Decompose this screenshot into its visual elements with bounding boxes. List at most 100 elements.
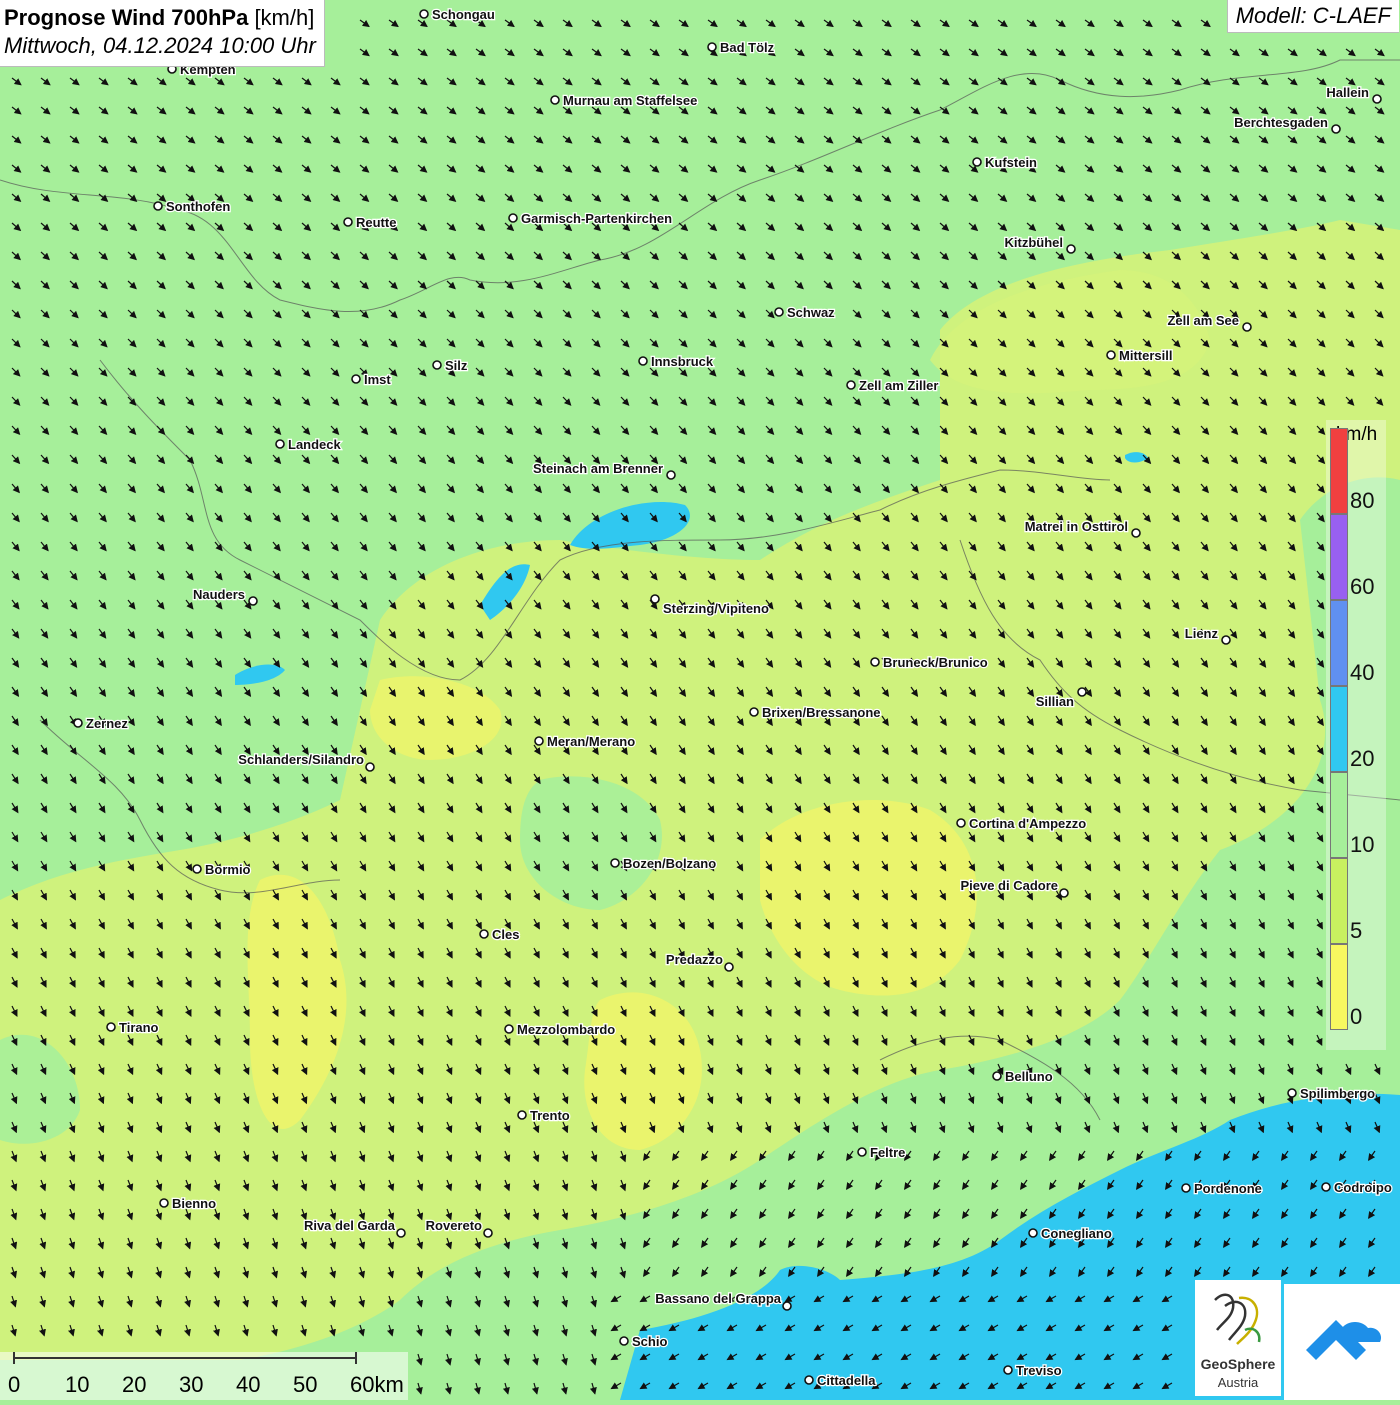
city-label: Schio <box>632 1334 667 1349</box>
city-dot <box>479 929 489 939</box>
city-label: Kitzbühel <box>1005 235 1064 250</box>
city-dot <box>248 596 258 606</box>
city-dot <box>106 1022 116 1032</box>
city-dot <box>343 217 353 227</box>
city-marker: Schongau <box>419 6 496 23</box>
city-label: Landeck <box>288 437 342 452</box>
legend-segment <box>1330 686 1348 772</box>
city-label: Schwaz <box>787 305 835 320</box>
city-label: Spilimbergo <box>1300 1086 1375 1101</box>
city-label: Kufstein <box>985 155 1037 170</box>
city-dot <box>73 718 83 728</box>
forecast-map: SchongauBad TölzKemptenMurnau am Staffel… <box>0 0 1400 1400</box>
legend-label: 5 <box>1350 918 1363 943</box>
city-label: Bad Tölz <box>720 40 775 55</box>
city-label: Zell am See <box>1167 313 1239 328</box>
city-dot <box>365 762 375 772</box>
legend-segment <box>1330 858 1348 944</box>
city-label: Zell am Ziller <box>859 378 938 393</box>
city-label: Innsbruck <box>651 354 714 369</box>
city-dot <box>956 818 966 828</box>
city-label: Schlanders/Silandro <box>238 752 364 767</box>
city-label: Berchtesgaden <box>1234 115 1328 130</box>
city-dot <box>1003 1365 1013 1375</box>
city-dot <box>1106 350 1116 360</box>
color-legend: km/h 0 5 10 20 40 60 80 <box>1326 420 1386 1050</box>
city-label: Rovereto <box>426 1218 482 1233</box>
city-label: Cortina d'Ampezzo <box>969 816 1086 831</box>
title-unit: [km/h] <box>254 5 315 30</box>
city-label: Belluno <box>1005 1069 1053 1084</box>
city-label: Bruneck/Brunico <box>883 655 988 670</box>
city-label: Lienz <box>1185 626 1219 641</box>
city-marker: Bozen/Bolzano <box>610 855 717 872</box>
city-label: Pieve di Cadore <box>960 878 1058 893</box>
city-dot <box>1066 244 1076 254</box>
scale-bar: 0 10 20 30 40 50 60km <box>0 1352 408 1400</box>
city-dot <box>1372 94 1382 104</box>
legend-label: 60 <box>1350 574 1375 599</box>
city-dot <box>534 736 544 746</box>
city-label: Matrei in Osttirol <box>1025 519 1128 534</box>
city-label: Hallein <box>1326 85 1369 100</box>
city-label: Cles <box>492 927 519 942</box>
city-dot <box>1287 1088 1297 1098</box>
city-marker: Pordenone <box>1181 1180 1263 1197</box>
city-dot <box>351 374 361 384</box>
title-main: Prognose Wind 700hPa <box>4 5 249 30</box>
city-label: Reutte <box>356 215 396 230</box>
scale-label: 40 <box>236 1372 261 1397</box>
legend-label: 10 <box>1350 832 1375 857</box>
city-label: Conegliano <box>1041 1226 1112 1241</box>
city-label: Bormio <box>205 862 251 877</box>
city-label: Silz <box>445 358 468 373</box>
model-label: Modell: C-LAEF <box>1226 0 1399 33</box>
city-label: Feltre <box>870 1145 905 1160</box>
city-dot <box>159 1198 169 1208</box>
legend-segment <box>1330 428 1348 514</box>
city-label: Cittadella <box>817 1373 876 1388</box>
city-marker: Murnau am Staffelsee <box>550 92 699 109</box>
city-label: Riva del Garda <box>304 1218 396 1233</box>
city-label: Bozen/Bolzano <box>623 856 716 871</box>
city-dot <box>419 9 429 19</box>
scale-label: 50 <box>293 1372 318 1397</box>
city-label: Schongau <box>432 7 495 22</box>
city-label: Mittersill <box>1119 348 1172 363</box>
forecast-datetime: Mittwoch, 04.12.2024 10:00 Uhr <box>4 33 316 58</box>
legend-label: 80 <box>1350 488 1375 513</box>
city-dot <box>650 594 660 604</box>
city-dot <box>1059 888 1069 898</box>
city-label: Mezzolombardo <box>517 1022 615 1037</box>
scale-label: 20 <box>122 1372 147 1397</box>
city-label: Nauders <box>193 587 245 602</box>
city-dot <box>153 201 163 211</box>
scale-label: 60km <box>350 1372 404 1397</box>
title-box: Prognose Wind 700hPa [km/h] Mittwoch, 04… <box>0 0 325 67</box>
legend-segment <box>1330 600 1348 686</box>
city-dot <box>396 1228 406 1238</box>
city-marker: Bruneck/Brunico <box>870 654 989 671</box>
city-marker: Sonthofen <box>153 198 232 215</box>
city-dot <box>1321 1182 1331 1192</box>
city-label: Trento <box>530 1108 570 1123</box>
city-dot <box>517 1110 527 1120</box>
city-marker: Cortina d'Ampezzo <box>956 815 1088 832</box>
city-label: Bienno <box>172 1196 216 1211</box>
city-dot <box>1331 124 1341 134</box>
city-dot <box>192 864 202 874</box>
city-dot <box>1131 528 1141 538</box>
city-label: Steinach am Brenner <box>533 461 663 476</box>
city-label: Sillian <box>1036 694 1074 709</box>
logo-line1: GeoSphere <box>1200 1356 1276 1372</box>
legend-label: 20 <box>1350 746 1375 771</box>
city-dot <box>749 707 759 717</box>
geosphere-logo-mark <box>1214 1293 1261 1345</box>
warning-app-logo <box>1284 1284 1400 1400</box>
city-label: Meran/Merano <box>547 734 635 749</box>
scale-label: 30 <box>179 1372 204 1397</box>
city-dot <box>508 213 518 223</box>
city-dot <box>804 1375 814 1385</box>
city-dot <box>846 380 856 390</box>
app-logo-mark <box>1306 1320 1382 1360</box>
